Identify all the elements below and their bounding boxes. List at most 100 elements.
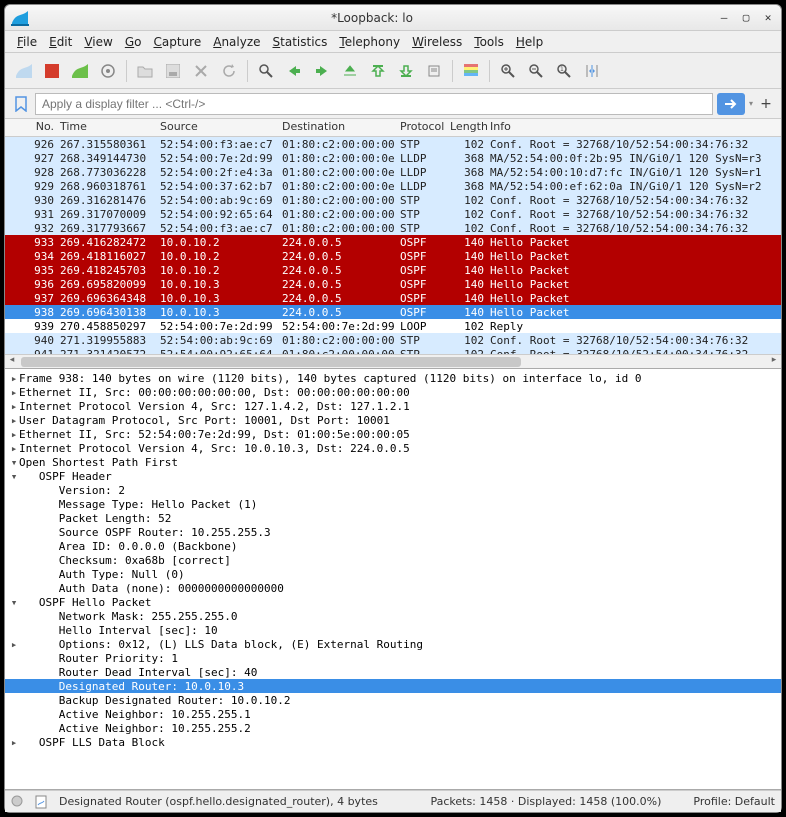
detail-line[interactable]: Area ID: 0.0.0.0 (Backbone): [5, 539, 781, 553]
go-forward-icon[interactable]: [309, 58, 335, 84]
expand-down-icon[interactable]: ▾: [9, 596, 19, 609]
menu-edit[interactable]: Edit: [43, 33, 78, 51]
restart-capture-icon[interactable]: [67, 58, 93, 84]
menu-tools[interactable]: Tools: [468, 33, 510, 51]
auto-scroll-icon[interactable]: [421, 58, 447, 84]
detail-line[interactable]: ▸Frame 938: 140 bytes on wire (1120 bits…: [5, 371, 781, 385]
packet-row[interactable]: 932269.31779366752:54:00:f3:ae:c701:80:c…: [5, 221, 781, 235]
detail-line[interactable]: ▾Open Shortest Path First: [5, 455, 781, 469]
detail-line[interactable]: Auth Data (none): 0000000000000000: [5, 581, 781, 595]
detail-line[interactable]: ▾ OSPF Header: [5, 469, 781, 483]
menu-go[interactable]: Go: [119, 33, 148, 51]
packet-details-pane[interactable]: ▸Frame 938: 140 bytes on wire (1120 bits…: [5, 369, 781, 790]
jump-icon[interactable]: [337, 58, 363, 84]
detail-line[interactable]: Network Mask: 255.255.255.0: [5, 609, 781, 623]
expand-right-icon[interactable]: ▸: [9, 428, 19, 441]
detail-line[interactable]: Designated Router: 10.0.10.3: [5, 679, 781, 693]
packet-row[interactable]: 933269.41628247210.0.10.2224.0.0.5OSPF14…: [5, 235, 781, 249]
detail-line[interactable]: Packet Length: 52: [5, 511, 781, 525]
detail-line[interactable]: Active Neighbor: 10.255.255.2: [5, 721, 781, 735]
packet-row[interactable]: 926267.31558036152:54:00:f3:ae:c701:80:c…: [5, 137, 781, 151]
detail-line[interactable]: Source OSPF Router: 10.255.255.3: [5, 525, 781, 539]
add-filter-button[interactable]: +: [757, 96, 775, 112]
expand-right-icon[interactable]: ▸: [9, 400, 19, 413]
h-scrollbar[interactable]: ◂ ▸: [5, 354, 781, 368]
display-filter-input[interactable]: [35, 93, 713, 115]
stop-capture-icon[interactable]: [39, 58, 65, 84]
detail-line[interactable]: Hello Interval [sec]: 10: [5, 623, 781, 637]
col-header-no[interactable]: No.: [5, 119, 57, 136]
expand-down-icon[interactable]: ▾: [9, 470, 19, 483]
resize-columns-icon[interactable]: [579, 58, 605, 84]
detail-line[interactable]: Router Priority: 1: [5, 651, 781, 665]
menu-help[interactable]: Help: [510, 33, 549, 51]
titlebar[interactable]: *Loopback: lo — ▢ ✕: [5, 5, 781, 31]
expert-info-icon[interactable]: [11, 795, 25, 809]
detail-line[interactable]: Version: 2: [5, 483, 781, 497]
detail-line[interactable]: ▸Ethernet II, Src: 00:00:00:00:00:00, Ds…: [5, 385, 781, 399]
detail-line[interactable]: ▸ OSPF LLS Data Block: [5, 735, 781, 749]
expand-right-icon[interactable]: ▸: [9, 386, 19, 399]
close-button[interactable]: ✕: [761, 11, 775, 25]
expand-down-icon[interactable]: ▾: [9, 456, 19, 469]
status-profile[interactable]: Profile: Default: [693, 795, 775, 808]
go-first-icon[interactable]: [365, 58, 391, 84]
col-header-destination[interactable]: Destination: [279, 119, 397, 136]
detail-line[interactable]: Checksum: 0xa68b [correct]: [5, 553, 781, 567]
packet-row[interactable]: 940271.31995588352:54:00:ab:9c:6901:80:c…: [5, 333, 781, 347]
col-header-source[interactable]: Source: [157, 119, 279, 136]
detail-line[interactable]: ▾ OSPF Hello Packet: [5, 595, 781, 609]
menu-capture[interactable]: Capture: [147, 33, 207, 51]
packet-row[interactable]: 927268.34914473052:54:00:7e:2d:9901:80:c…: [5, 151, 781, 165]
bookmark-icon[interactable]: [11, 93, 31, 115]
detail-line[interactable]: Message Type: Hello Packet (1): [5, 497, 781, 511]
go-back-icon[interactable]: [281, 58, 307, 84]
detail-line[interactable]: Active Neighbor: 10.255.255.1: [5, 707, 781, 721]
scroll-left-icon[interactable]: ◂: [5, 355, 19, 368]
col-header-length[interactable]: Length: [447, 119, 487, 136]
apply-filter-button[interactable]: [717, 93, 745, 115]
maximize-button[interactable]: ▢: [739, 11, 753, 25]
scroll-thumb[interactable]: [21, 357, 521, 367]
menu-file[interactable]: File: [11, 33, 43, 51]
capture-file-icon[interactable]: [35, 795, 49, 809]
menu-analyze[interactable]: Analyze: [207, 33, 266, 51]
packet-row[interactable]: 941271.32142057252:54:00:92:65:6401:80:c…: [5, 347, 781, 354]
save-file-icon[interactable]: [160, 58, 186, 84]
expand-right-icon[interactable]: ▸: [9, 638, 19, 651]
capture-options-icon[interactable]: [95, 58, 121, 84]
detail-line[interactable]: ▸Internet Protocol Version 4, Src: 10.0.…: [5, 441, 781, 455]
minimize-button[interactable]: —: [717, 11, 731, 25]
packet-row[interactable]: 931269.31707000952:54:00:92:65:6401:80:c…: [5, 207, 781, 221]
find-icon[interactable]: [253, 58, 279, 84]
packet-row[interactable]: 939270.45885029752:54:00:7e:2d:9952:54:0…: [5, 319, 781, 333]
detail-line[interactable]: Backup Designated Router: 10.0.10.2: [5, 693, 781, 707]
packet-row[interactable]: 936269.69582009910.0.10.3224.0.0.5OSPF14…: [5, 277, 781, 291]
packet-list-pane[interactable]: No. Time Source Destination Protocol Len…: [5, 119, 781, 369]
scroll-right-icon[interactable]: ▸: [767, 355, 781, 368]
packet-list-body[interactable]: 926267.31558036152:54:00:f3:ae:c701:80:c…: [5, 137, 781, 354]
detail-line[interactable]: Router Dead Interval [sec]: 40: [5, 665, 781, 679]
packet-row[interactable]: 930269.31628147652:54:00:ab:9c:6901:80:c…: [5, 193, 781, 207]
detail-line[interactable]: ▸User Datagram Protocol, Src Port: 10001…: [5, 413, 781, 427]
zoom-in-icon[interactable]: [495, 58, 521, 84]
packet-row[interactable]: 929268.96031876152:54:00:37:62:b701:80:c…: [5, 179, 781, 193]
packet-row[interactable]: 934269.41811602710.0.10.2224.0.0.5OSPF14…: [5, 249, 781, 263]
col-header-protocol[interactable]: Protocol: [397, 119, 447, 136]
expand-right-icon[interactable]: ▸: [9, 736, 19, 749]
menu-telephony[interactable]: Telephony: [333, 33, 406, 51]
go-last-icon[interactable]: [393, 58, 419, 84]
menu-view[interactable]: View: [78, 33, 118, 51]
detail-line[interactable]: ▸Ethernet II, Src: 52:54:00:7e:2d:99, Ds…: [5, 427, 781, 441]
expand-right-icon[interactable]: ▸: [9, 372, 19, 385]
menu-statistics[interactable]: Statistics: [267, 33, 334, 51]
expand-right-icon[interactable]: ▸: [9, 414, 19, 427]
col-header-time[interactable]: Time: [57, 119, 157, 136]
detail-line[interactable]: ▸ Options: 0x12, (L) LLS Data block, (E)…: [5, 637, 781, 651]
start-capture-icon[interactable]: [11, 58, 37, 84]
zoom-out-icon[interactable]: [523, 58, 549, 84]
col-header-info[interactable]: Info: [487, 119, 781, 136]
packet-list-header[interactable]: No. Time Source Destination Protocol Len…: [5, 119, 781, 137]
open-file-icon[interactable]: [132, 58, 158, 84]
close-file-icon[interactable]: [188, 58, 214, 84]
